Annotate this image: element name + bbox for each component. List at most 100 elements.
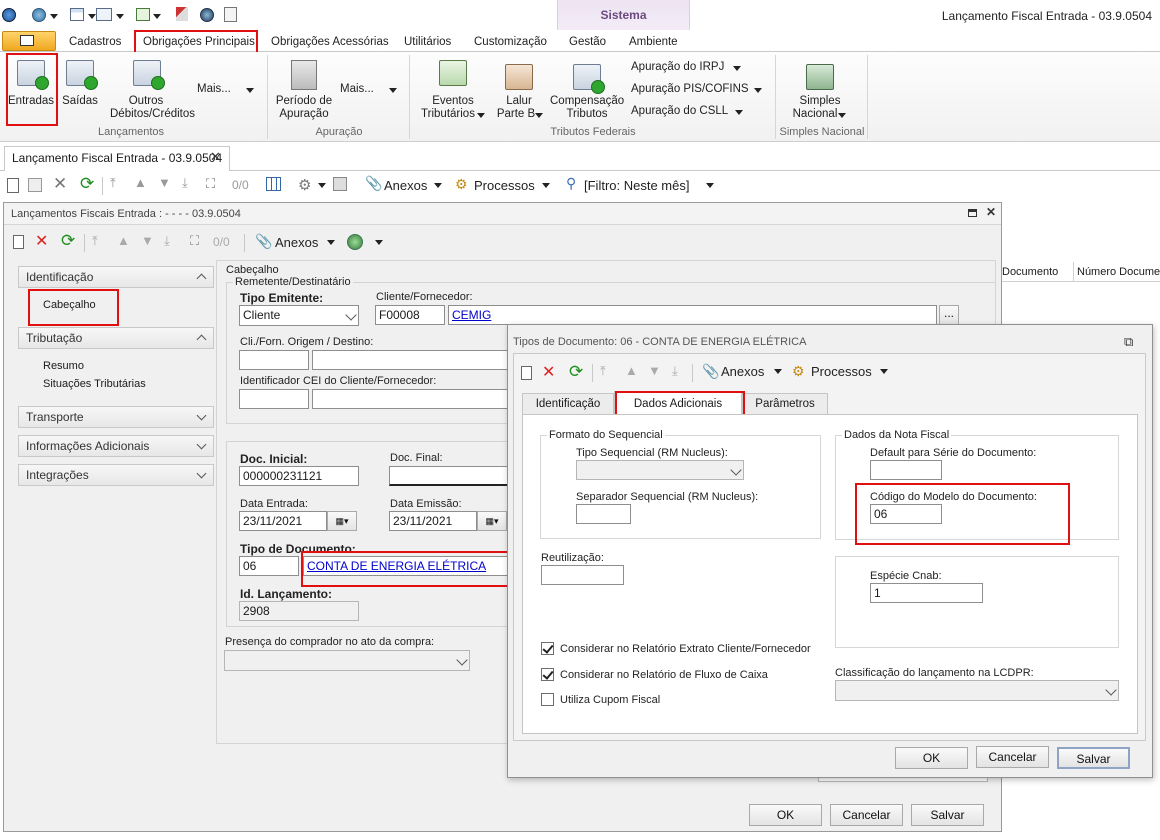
tipo-doc-name-field[interactable]: CONTA DE ENERGIA ELÉTRICA	[303, 556, 509, 576]
chevron-down-icon[interactable]	[754, 88, 762, 93]
chevron-down-icon[interactable]	[542, 183, 550, 188]
tab-obrigacoes-principais[interactable]: Obrigações Principais	[143, 36, 255, 48]
tipo-emitente-select[interactable]: Cliente	[239, 305, 359, 326]
especie-field[interactable]: 1	[870, 583, 983, 603]
chevron-down-icon[interactable]	[880, 369, 888, 374]
nav-resumo[interactable]: Resumo	[43, 360, 84, 372]
new-icon[interactable]	[13, 235, 24, 249]
grid-col-documento[interactable]: Documento	[1002, 266, 1058, 278]
globe-menu-icon[interactable]	[32, 8, 46, 22]
compensacao-button[interactable]: Compensação	[550, 95, 624, 108]
edit-icon[interactable]	[28, 178, 42, 192]
app-orb-icon[interactable]	[2, 8, 16, 22]
binoculars-icon[interactable]: ⛶	[190, 233, 199, 249]
eventos-tributarios-button[interactable]: Eventos	[426, 95, 480, 108]
cliente-code-field[interactable]: F00008	[375, 305, 445, 325]
codigo-modelo-field[interactable]: 06	[870, 504, 942, 524]
next-icon[interactable]: ▼	[158, 175, 171, 190]
nav-integracoes[interactable]: Integrações	[18, 464, 214, 486]
chevron-down-icon[interactable]	[88, 14, 96, 19]
nav-cabecalho[interactable]: Cabeçalho	[43, 299, 96, 311]
restore-icon[interactable]: ⧉	[1124, 334, 1133, 350]
chevron-down-icon[interactable]	[477, 113, 485, 118]
maximize-icon[interactable]	[968, 209, 977, 217]
apuracao-pis-cofins-button[interactable]: Apuração PIS/COFINS	[631, 83, 749, 96]
reutilizacao-field[interactable]	[541, 565, 624, 585]
tab-dados-adicionais[interactable]: Dados Adicionais	[614, 391, 742, 415]
periodo-apuracao-button[interactable]: Período de	[273, 95, 335, 108]
tab-cadastros[interactable]: Cadastros	[69, 36, 121, 48]
tab-customizacao[interactable]: Customização	[474, 36, 547, 48]
refresh-icon[interactable]: ⟳	[80, 174, 94, 194]
form-anexos-button[interactable]: Anexos	[275, 235, 318, 250]
tools-icon[interactable]	[176, 7, 188, 21]
grid-col-numero[interactable]: Número Documen	[1077, 266, 1160, 278]
first-icon[interactable]: ⤒	[600, 363, 606, 379]
outros-label-2[interactable]: Débitos/Créditos	[110, 108, 195, 121]
chevron-down-icon[interactable]	[50, 14, 58, 19]
filter-button[interactable]: [Filtro: Neste mês]	[584, 178, 689, 193]
form-save-button[interactable]: Salvar	[911, 804, 984, 826]
saidas-button[interactable]: Saídas	[60, 95, 100, 108]
new-icon[interactable]	[521, 366, 532, 380]
apuracao-irpj-button[interactable]: Apuração do IRPJ	[631, 61, 724, 74]
simples-nacional-button[interactable]: Simples	[792, 95, 848, 108]
next-icon[interactable]: ▼	[648, 363, 661, 378]
refresh-icon[interactable]: ⟳	[61, 231, 75, 251]
close-icon[interactable]: ✕	[210, 149, 221, 165]
settings-icon[interactable]: ⚙	[298, 176, 311, 194]
chevron-down-icon[interactable]	[389, 88, 397, 93]
chevron-down-icon[interactable]	[246, 88, 254, 93]
first-icon[interactable]: ⤒	[110, 175, 116, 191]
stack-icon[interactable]	[333, 177, 347, 191]
chevron-down-icon[interactable]	[535, 113, 543, 118]
entradas-button[interactable]: Entradas	[8, 95, 54, 108]
chevron-down-icon[interactable]	[327, 240, 335, 245]
origem-code-field[interactable]	[239, 350, 309, 370]
last-icon[interactable]: ⤓	[182, 175, 188, 191]
cupom-fiscal-checkbox[interactable]	[541, 693, 554, 706]
chevron-down-icon[interactable]	[153, 14, 161, 19]
last-icon[interactable]: ⤓	[672, 363, 678, 379]
nav-identificacao[interactable]: Identificação	[18, 266, 214, 288]
cliente-name-field[interactable]: CEMIG	[448, 305, 937, 325]
form-ok-button[interactable]: OK	[749, 804, 822, 826]
data-emissao-field[interactable]: 23/11/2021	[389, 511, 477, 531]
nav-transporte[interactable]: Transporte	[18, 406, 214, 428]
web-icon[interactable]	[200, 8, 214, 22]
periodo-apuracao-label-2[interactable]: Apuração	[273, 108, 335, 121]
processos-button[interactable]: Processos	[474, 178, 535, 193]
tab-utilitarios[interactable]: Utilitários	[404, 36, 451, 48]
refresh-icon[interactable]: ⟳	[569, 362, 583, 382]
chevron-down-icon[interactable]	[733, 66, 741, 71]
prev-icon[interactable]: ▲	[134, 175, 147, 190]
nav-situacoes[interactable]: Situações Tributárias	[43, 378, 146, 390]
window-icon[interactable]	[70, 8, 84, 21]
calendar-icon[interactable]: ▦▾	[477, 511, 507, 531]
lalur-button[interactable]: Lalur	[497, 95, 541, 108]
prev-icon[interactable]: ▲	[625, 363, 638, 378]
doc-final-field[interactable]	[389, 466, 509, 486]
delete-icon[interactable]: ✕	[35, 231, 48, 251]
calendar-icon[interactable]: ▦▾	[327, 511, 357, 531]
fluxo-caixa-checkbox[interactable]	[541, 668, 554, 681]
tipo-doc-code-field[interactable]: 06	[239, 556, 299, 576]
export-icon[interactable]	[136, 8, 150, 21]
outros-label[interactable]: Outros	[116, 95, 176, 108]
chevron-down-icon[interactable]	[838, 113, 846, 118]
eventos-tributarios-label-2[interactable]: Tributários	[420, 108, 476, 121]
dialog-ok-button[interactable]: OK	[895, 747, 968, 769]
nav-info-adicionais[interactable]: Informações Adicionais	[18, 435, 214, 457]
dialog-processos-button[interactable]: Processos	[811, 364, 872, 379]
cliente-lookup-button[interactable]: ...	[939, 305, 959, 325]
dialog-save-button[interactable]: Salvar	[1057, 747, 1130, 769]
form-cancel-button[interactable]: Cancelar	[830, 804, 903, 826]
chevron-down-icon[interactable]	[735, 110, 743, 115]
copy-icon[interactable]	[224, 7, 237, 22]
chevron-down-icon[interactable]	[116, 14, 124, 19]
anexos-button[interactable]: Anexos	[384, 178, 427, 193]
compensacao-label-2[interactable]: Tributos	[550, 108, 624, 121]
default-serie-field[interactable]	[870, 460, 942, 480]
dialog-anexos-button[interactable]: Anexos	[721, 364, 764, 379]
tipo-seq-select[interactable]	[576, 460, 744, 480]
